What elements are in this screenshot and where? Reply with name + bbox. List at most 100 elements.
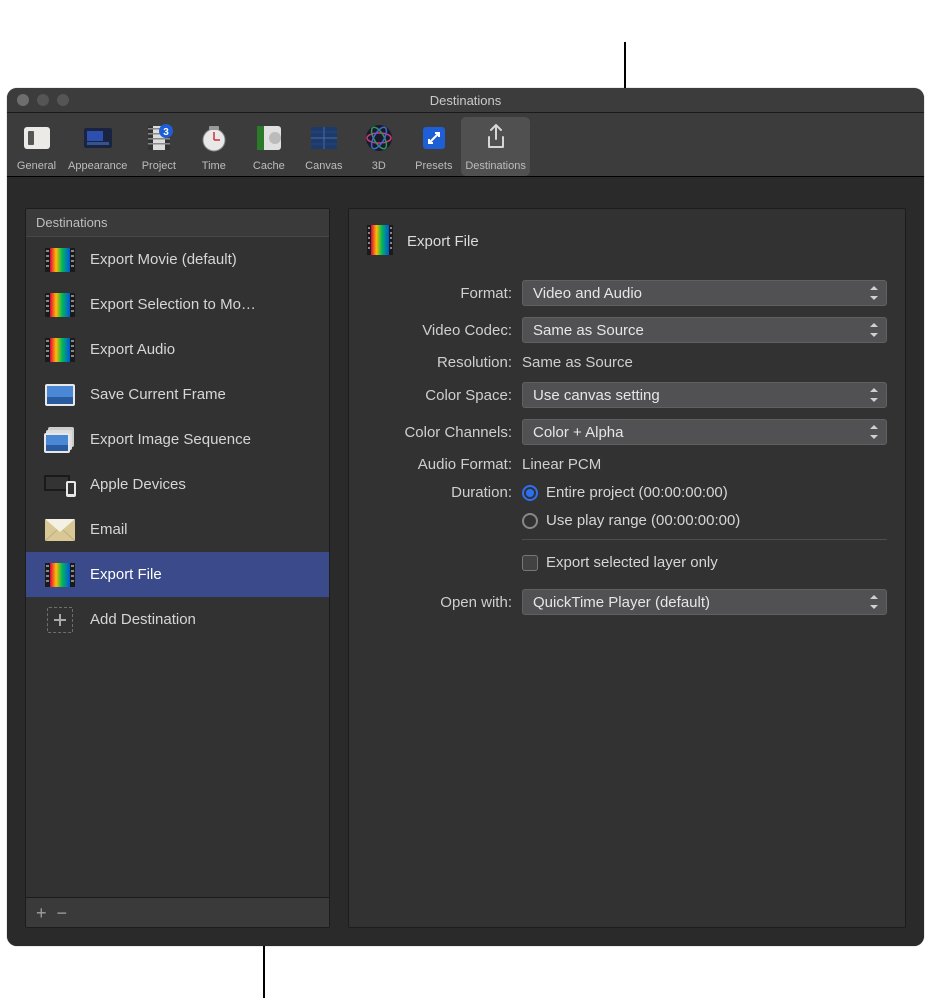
appearance-icon [79,119,117,157]
presets-icon [415,119,453,157]
format-label: Format: [367,285,522,302]
plus-box-icon [44,607,76,633]
minimize-button[interactable] [37,94,49,106]
svg-text:3: 3 [163,127,169,138]
toolbar-label: Destinations [465,160,526,172]
openwith-value: QuickTime Player (default) [533,594,710,611]
openwith-popup[interactable]: QuickTime Player (default) [522,589,887,615]
duration-radio-range[interactable] [522,513,538,529]
duration-label: Duration: [367,484,522,501]
destinations-sidebar: Destinations Export Movie (default) Expo… [25,208,330,928]
export-layer-checkbox[interactable] [522,555,538,571]
colorspace-label: Color Space: [367,387,522,404]
toolbar-label: Time [202,160,226,172]
sidebar-item-label: Export Movie (default) [90,251,237,268]
panel-title: Export File [407,233,479,250]
film-icon [44,337,76,363]
codec-popup[interactable]: Same as Source [522,317,887,343]
sidebar-item-label: Add Destination [90,611,196,628]
callout-line-top [624,42,626,91]
colorspace-value: Use canvas setting [533,387,660,404]
film-icon [44,292,76,318]
sidebar-item-apple-devices[interactable]: Apple Devices [26,462,329,507]
toolbar-label: General [17,160,56,172]
audio-value: Linear PCM [522,456,887,473]
sidebar-footer: + − [26,897,329,927]
toolbar-canvas[interactable]: Canvas [296,117,351,176]
colorspace-popup[interactable]: Use canvas setting [522,382,887,408]
cache-icon [250,119,288,157]
body: Destinations Export Movie (default) Expo… [7,188,924,946]
popup-arrows-icon [868,323,878,337]
sidebar-item-add-destination[interactable]: Add Destination [26,597,329,642]
export-layer-label: Export selected layer only [546,554,718,571]
film-icon [44,562,76,588]
film-icon [44,247,76,273]
codec-label: Video Codec: [367,322,522,339]
image-icon [44,382,76,408]
sidebar-item-export-file[interactable]: Export File [26,552,329,597]
close-button[interactable] [17,94,29,106]
format-popup[interactable]: Video and Audio [522,280,887,306]
resolution-value: Same as Source [522,354,887,371]
toolbar-label: 3D [372,160,386,172]
add-button[interactable]: + [36,904,47,922]
toolbar-time[interactable]: Time [186,117,241,176]
sidebar-item-label: Export Selection to Mo… [90,296,256,313]
general-icon [18,119,56,157]
format-value: Video and Audio [533,285,642,302]
titlebar: Destinations [7,88,924,113]
time-icon [195,119,233,157]
window-controls [17,94,69,106]
codec-value: Same as Source [533,322,644,339]
zoom-button[interactable] [57,94,69,106]
settings-panel: Export File Format: Video and Audio Vide… [348,208,906,928]
popup-arrows-icon [868,286,878,300]
preferences-window: Destinations General Appearance 3 Projec… [7,88,924,946]
duration-range-label: Use play range (00:00:00:00) [546,512,740,529]
duration-entire-label: Entire project (00:00:00:00) [546,484,728,501]
divider [522,539,887,540]
sidebar-item-export-movie[interactable]: Export Movie (default) [26,237,329,282]
channels-value: Color + Alpha [533,424,623,441]
window-title: Destinations [430,93,502,108]
image-stack-icon [44,427,76,453]
remove-button[interactable]: − [57,904,68,922]
channels-popup[interactable]: Color + Alpha [522,419,887,445]
toolbar-cache[interactable]: Cache [241,117,296,176]
toolbar-project[interactable]: 3 Project [131,117,186,176]
preferences-toolbar: General Appearance 3 Project Time Cache [7,113,924,177]
email-icon [44,517,76,543]
popup-arrows-icon [868,425,878,439]
toolbar-label: Project [142,160,176,172]
toolbar-label: Presets [415,160,452,172]
resolution-label: Resolution: [367,354,522,371]
openwith-label: Open with: [367,594,522,611]
channels-label: Color Channels: [367,424,522,441]
sidebar-item-label: Export File [90,566,162,583]
sidebar-item-label: Save Current Frame [90,386,226,403]
sidebar-item-image-sequence[interactable]: Export Image Sequence [26,417,329,462]
sidebar-header: Destinations [26,209,329,237]
sidebar-item-label: Email [90,521,128,538]
sidebar-item-save-frame[interactable]: Save Current Frame [26,372,329,417]
sidebar-item-label: Export Image Sequence [90,431,251,448]
toolbar-general[interactable]: General [9,117,64,176]
toolbar-label: Appearance [68,160,127,172]
toolbar-presets[interactable]: Presets [406,117,461,176]
sidebar-item-email[interactable]: Email [26,507,329,552]
sidebar-item-export-selection[interactable]: Export Selection to Mo… [26,282,329,327]
sidebar-list: Export Movie (default) Export Selection … [26,237,329,897]
popup-arrows-icon [868,388,878,402]
sidebar-item-export-audio[interactable]: Export Audio [26,327,329,372]
3d-icon [360,119,398,157]
sidebar-item-label: Export Audio [90,341,175,358]
devices-icon [44,472,76,498]
toolbar-destinations[interactable]: Destinations [461,117,530,176]
duration-radio-entire[interactable] [522,485,538,501]
audio-label: Audio Format: [367,456,522,473]
toolbar-appearance[interactable]: Appearance [64,117,131,176]
popup-arrows-icon [868,595,878,609]
toolbar-3d[interactable]: 3D [351,117,406,176]
project-icon: 3 [140,119,178,157]
